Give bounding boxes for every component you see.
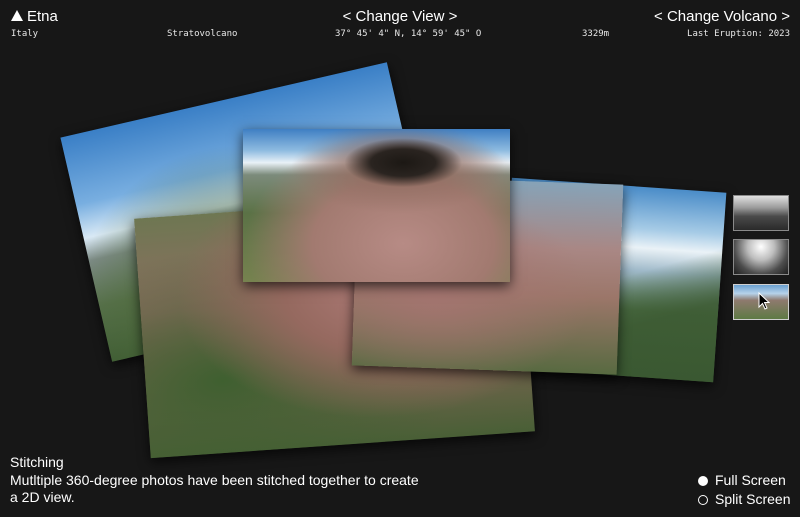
stitched-photo-collage[interactable] bbox=[0, 0, 800, 517]
split-screen-option[interactable]: Split Screen bbox=[698, 490, 790, 508]
full-screen-option[interactable]: Full Screen bbox=[698, 471, 786, 489]
radio-unselected-icon bbox=[698, 495, 708, 505]
thumbnail-1[interactable] bbox=[733, 195, 789, 231]
thumbnail-3[interactable] bbox=[733, 284, 789, 320]
thumbnail-2[interactable] bbox=[733, 239, 789, 275]
split-screen-label: Split Screen bbox=[715, 491, 791, 507]
caption: Stitching Mutltiple 360-degree photos ha… bbox=[10, 454, 420, 507]
caption-title: Stitching bbox=[10, 454, 64, 470]
caption-body: Mutltiple 360-degree photos have been st… bbox=[10, 471, 419, 506]
radio-selected-icon bbox=[698, 476, 708, 486]
full-screen-label: Full Screen bbox=[715, 472, 786, 488]
photo-tile-crater bbox=[243, 129, 510, 282]
